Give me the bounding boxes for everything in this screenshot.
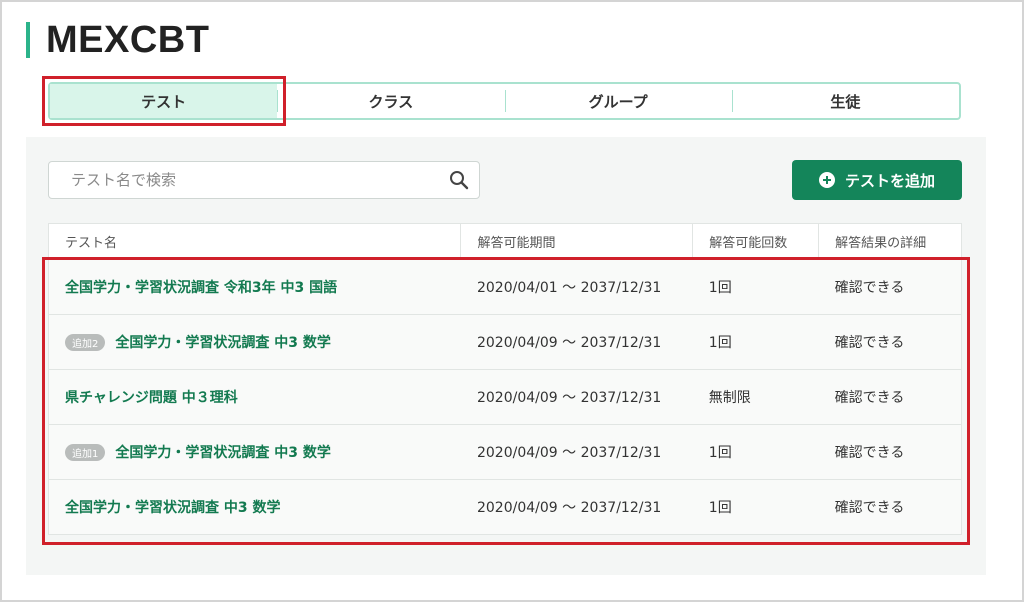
tab-students[interactable]: 生徒 (731, 84, 959, 118)
test-link[interactable]: 全国学力・学習状況調査 中3 数学 (65, 500, 281, 516)
header-period[interactable]: 解答可能期間 (460, 223, 693, 260)
tab-groups[interactable]: グループ (504, 84, 732, 118)
add-test-label: テストを追加 (844, 171, 935, 190)
cell-test-name: 全国学力・学習状況調査 令和3年 中3 国語 (48, 259, 461, 315)
cell-period: 2020/04/09 〜 2037/12/31 (460, 369, 693, 425)
cell-test-name: 追加2 全国学力・学習状況調査 中3 数学 (48, 314, 461, 370)
cell-detail: 確認できる (818, 369, 962, 425)
test-link[interactable]: 全国学力・学習状況調査 令和3年 中3 国語 (65, 280, 337, 296)
title-accent-bar (26, 22, 30, 58)
test-link[interactable]: 全国学力・学習状況調査 中3 数学 (115, 445, 331, 461)
cell-count: 無制限 (692, 369, 819, 425)
table-row[interactable]: 全国学力・学習状況調査 令和3年 中3 国語 2020/04/01 〜 2037… (48, 259, 962, 315)
cell-detail: 確認できる (818, 424, 962, 480)
table-row[interactable]: 全国学力・学習状況調査 中3 数学 2020/04/09 〜 2037/12/3… (48, 479, 962, 535)
tab-label: 生徒 (830, 92, 861, 111)
tab-label: クラス (368, 92, 414, 111)
cell-detail: 確認できる (818, 314, 962, 370)
header-test-name[interactable]: テスト名 (48, 223, 461, 260)
table-header-row: テスト名 解答可能期間 解答可能回数 解答結果の詳細 (48, 223, 962, 260)
table-row[interactable]: 追加1 全国学力・学習状況調査 中3 数学 2020/04/09 〜 2037/1… (48, 424, 962, 480)
cell-period: 2020/04/01 〜 2037/12/31 (460, 259, 693, 315)
search-box (48, 161, 480, 199)
test-link[interactable]: 全国学力・学習状況調査 中3 数学 (115, 335, 331, 351)
test-table: テスト名 解答可能期間 解答可能回数 解答結果の詳細 全国学力・学習状況調査 令… (48, 223, 962, 535)
search-input[interactable] (49, 162, 439, 198)
cell-detail: 確認できる (818, 259, 962, 315)
header-detail[interactable]: 解答結果の詳細 (818, 223, 962, 260)
table-row[interactable]: 県チャレンジ問題 中３理科 2020/04/09 〜 2037/12/31 無制… (48, 369, 962, 425)
cell-count: 1回 (692, 259, 819, 315)
cell-count: 1回 (692, 424, 819, 480)
page-header: MEXCBT (26, 18, 210, 61)
test-link[interactable]: 県チャレンジ問題 中３理科 (65, 390, 238, 406)
cell-count: 1回 (692, 314, 819, 370)
cell-period: 2020/04/09 〜 2037/12/31 (460, 314, 693, 370)
plus-circle-icon (818, 172, 835, 188)
page-title: MEXCBT (46, 18, 210, 61)
cell-test-name: 県チャレンジ問題 中３理科 (48, 369, 461, 425)
tab-label: グループ (588, 92, 648, 111)
cell-test-name: 全国学力・学習状況調査 中3 数学 (48, 479, 461, 535)
tab-classes[interactable]: クラス (277, 84, 504, 118)
cell-count: 1回 (692, 479, 819, 535)
tab-label: テスト (141, 92, 187, 111)
addition-badge: 追加1 (65, 443, 106, 461)
table-row[interactable]: 追加2 全国学力・学習状況調査 中3 数学 2020/04/09 〜 2037/1… (48, 314, 962, 370)
cell-period: 2020/04/09 〜 2037/12/31 (460, 479, 693, 535)
add-test-button[interactable]: テストを追加 (792, 160, 962, 200)
cell-test-name: 追加1 全国学力・学習状況調査 中3 数学 (48, 424, 461, 480)
header-count[interactable]: 解答可能回数 (692, 223, 819, 260)
addition-badge: 追加2 (65, 333, 106, 351)
tab-bar: テスト クラス グループ 生徒 (48, 82, 961, 120)
tab-tests[interactable]: テスト (50, 84, 278, 118)
cell-detail: 確認できる (818, 479, 962, 535)
content-panel: テストを追加 テスト名 解答可能期間 解答可能回数 解答結果の詳細 全国学力・学… (26, 137, 986, 575)
search-icon[interactable] (439, 170, 479, 190)
cell-period: 2020/04/09 〜 2037/12/31 (460, 424, 693, 480)
